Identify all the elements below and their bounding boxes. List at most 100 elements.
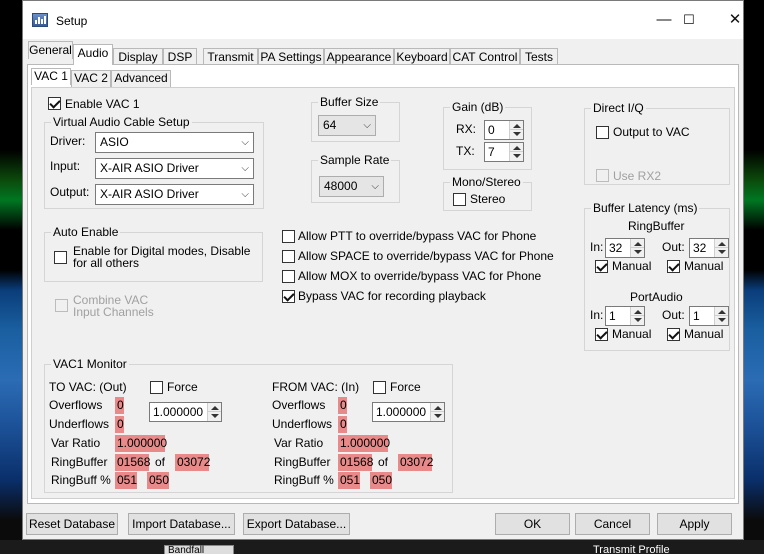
- rx-gain-spinner[interactable]: 0: [484, 120, 524, 140]
- allow-space-label: Allow SPACE to override/bypass VAC for P…: [298, 249, 554, 263]
- tab-general[interactable]: General: [28, 41, 73, 59]
- to-vac-pct-b: 050: [147, 472, 170, 489]
- from-vac-var-ratio-value: 1.000000: [338, 435, 391, 452]
- use-rx2-checkbox[interactable]: [596, 169, 609, 182]
- to-vac-force-spinner[interactable]: 1.000000: [149, 402, 222, 422]
- to-vac-force-checkbox[interactable]: [150, 381, 163, 394]
- ok-button[interactable]: OK: [495, 513, 570, 535]
- bypass-vac-checkbox[interactable]: [282, 290, 295, 303]
- to-vac-var-ratio-label: Var Ratio: [51, 436, 101, 450]
- rb-out-spinner[interactable]: 32: [689, 238, 729, 258]
- export-database-button[interactable]: Export Database...: [243, 513, 350, 535]
- allow-space-checkbox[interactable]: [282, 250, 295, 263]
- to-vac-ringbuffer-label: RingBuffer: [51, 455, 108, 469]
- vac-setup-group: Virtual Audio Cable Setup Driver: ASIO ⌵ …: [44, 115, 264, 209]
- input-label: Input:: [50, 159, 81, 173]
- background-spectrum-left: [0, 0, 22, 554]
- pa-out-spinner[interactable]: 1: [689, 306, 729, 326]
- subtab-vac2[interactable]: VAC 2: [71, 70, 111, 87]
- background-spectrum-right: [744, 0, 764, 554]
- to-vac-overflows-value: 0: [115, 397, 124, 414]
- from-vac-of-label: of: [378, 455, 389, 469]
- output-select[interactable]: X-AIR ASIO Driver ⌵: [95, 184, 254, 205]
- auto-enable-label-line2: for all others: [73, 256, 140, 270]
- tab-audio[interactable]: Audio: [73, 44, 113, 65]
- buffer-latency-title: Buffer Latency (ms): [591, 201, 700, 215]
- vac1-monitor-group: VAC1 Monitor TO VAC: (Out) Force Overflo…: [44, 357, 453, 493]
- direct-iq-group: Direct I/Q Output to VAC Use RX2: [584, 101, 730, 185]
- app-icon: [32, 13, 48, 27]
- from-vac-rb-b: 03072: [398, 454, 434, 471]
- stereo-label: Stereo: [470, 192, 506, 206]
- output-to-vac-label: Output to VAC: [613, 125, 690, 139]
- bypass-vac-label: Bypass VAC for recording playback: [298, 289, 486, 303]
- buffer-size-group: Buffer Size 64 ⌵: [311, 95, 400, 142]
- to-vac-overflows-label: Overflows: [49, 398, 103, 412]
- to-vac-force-label: Force: [167, 380, 198, 394]
- rb-in-manual-checkbox[interactable]: [595, 260, 608, 273]
- to-vac-ringbuff-pct-label: RingBuff %: [51, 473, 111, 487]
- to-vac-underflows-value: 0: [115, 416, 124, 433]
- sample-rate-select[interactable]: 48000 ⌵: [319, 176, 384, 197]
- subtab-advanced[interactable]: Advanced: [111, 70, 171, 87]
- maximize-button[interactable]: ☐: [666, 7, 712, 33]
- from-vac-force-label: Force: [390, 380, 421, 394]
- enable-vac1-label: Enable VAC 1: [65, 97, 140, 111]
- stereo-checkbox[interactable]: [453, 193, 466, 206]
- reset-database-button[interactable]: Reset Database: [26, 513, 118, 535]
- output-to-vac-checkbox[interactable]: [596, 126, 609, 139]
- from-vac-force-spinner[interactable]: 1.000000: [372, 402, 445, 422]
- rb-out-manual-checkbox[interactable]: [667, 260, 680, 273]
- from-vac-ringbuff-pct-label: RingBuff %: [274, 473, 334, 487]
- buffer-latency-group: Buffer Latency (ms) RingBuffer In: 32 Ou…: [584, 201, 730, 351]
- vac1-page: Enable VAC 1 Virtual Audio Cable Setup D…: [31, 87, 735, 499]
- to-vac-var-ratio-value: 1.000000: [115, 435, 168, 452]
- from-vac-underflows-label: Underflows: [272, 417, 333, 431]
- pa-out-manual-checkbox[interactable]: [667, 328, 680, 341]
- combine-vac-label-line2: Input Channels: [73, 305, 154, 319]
- gain-title: Gain (dB): [450, 100, 506, 114]
- buffer-size-title: Buffer Size: [318, 95, 381, 109]
- allow-mox-label: Allow MOX to override/bypass VAC for Pho…: [298, 269, 542, 283]
- rb-out-label: Out:: [662, 240, 685, 254]
- chevron-down-icon: ⌵: [371, 181, 379, 192]
- rx-gain-label: RX:: [456, 122, 477, 136]
- allow-mox-checkbox[interactable]: [282, 270, 295, 283]
- tx-gain-spinner[interactable]: 7: [484, 142, 524, 162]
- to-vac-rb-b: 03072: [175, 454, 211, 471]
- chevron-down-icon: ⌵: [241, 163, 249, 174]
- driver-select[interactable]: ASIO ⌵: [95, 132, 254, 153]
- close-button[interactable]: ✕: [712, 7, 758, 33]
- cancel-button[interactable]: Cancel: [575, 513, 650, 535]
- background-transmit-profile: Transmit Profile: [593, 544, 670, 554]
- from-vac-underflows-value: 0: [338, 416, 347, 433]
- driver-label: Driver:: [50, 134, 86, 148]
- rb-in-spinner[interactable]: 32: [605, 238, 645, 258]
- allow-ptt-checkbox[interactable]: [282, 230, 295, 243]
- pa-in-label: In:: [590, 308, 604, 322]
- tx-gain-label: TX:: [456, 144, 475, 158]
- output-label: Output:: [50, 185, 90, 199]
- apply-button[interactable]: Apply: [657, 513, 732, 535]
- title-bar[interactable]: Setup — ☐ ✕: [23, 1, 743, 39]
- auto-enable-group: Auto Enable Enable for Digital modes, Di…: [44, 225, 263, 282]
- use-rx2-label: Use RX2: [613, 169, 662, 183]
- chevron-down-icon: ⌵: [241, 137, 249, 148]
- sample-rate-group: Sample Rate 48000 ⌵: [311, 153, 400, 203]
- to-vac-of-label: of: [155, 455, 166, 469]
- pa-in-manual-checkbox[interactable]: [595, 328, 608, 341]
- ringbuffer-title: RingBuffer: [628, 219, 685, 233]
- enable-vac1-checkbox[interactable]: [48, 97, 61, 110]
- input-select[interactable]: X-AIR ASIO Driver ⌵: [95, 158, 254, 179]
- subtab-vac1[interactable]: VAC 1: [31, 68, 71, 85]
- allow-ptt-label: Allow PTT to override/bypass VAC for Pho…: [298, 229, 537, 243]
- import-database-button[interactable]: Import Database...: [128, 513, 235, 535]
- auto-enable-checkbox[interactable]: [54, 251, 67, 264]
- buffer-size-select[interactable]: 64 ⌵: [318, 115, 376, 136]
- pa-in-spinner[interactable]: 1: [605, 306, 645, 326]
- combine-vac-checkbox[interactable]: [55, 299, 68, 312]
- from-vac-force-checkbox[interactable]: [373, 381, 386, 394]
- chevron-down-icon: ⌵: [363, 120, 371, 131]
- to-vac-title: TO VAC: (Out): [49, 380, 127, 394]
- from-vac-pct-a: 051: [338, 472, 361, 489]
